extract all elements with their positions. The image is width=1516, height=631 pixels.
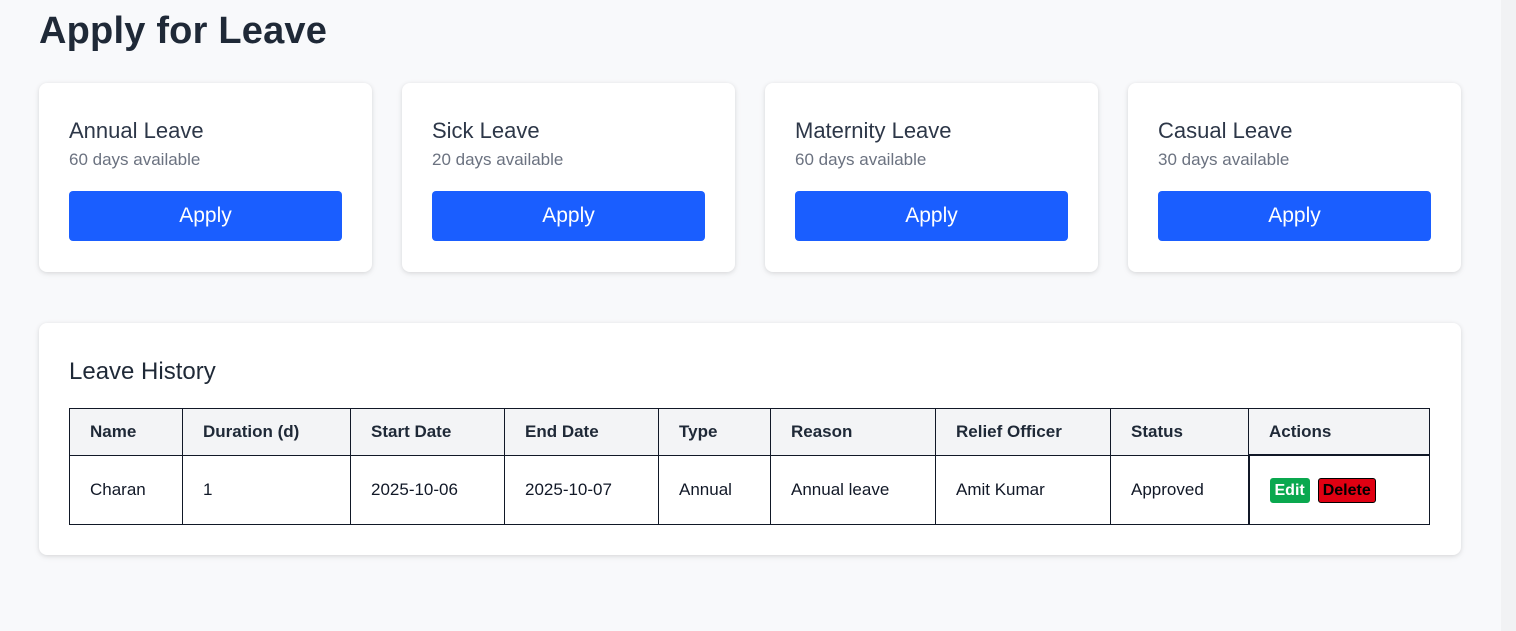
cell-end-date: 2025-10-07 <box>504 454 659 525</box>
column-header-relief-officer: Relief Officer <box>935 408 1111 456</box>
leave-card-title: Maternity Leave <box>795 118 952 143</box>
column-header-start-date: Start Date <box>350 408 505 456</box>
cell-duration: 1 <box>182 454 351 525</box>
leave-type-cards: Annual Leave 60 days available Apply Sic… <box>39 83 1461 272</box>
leave-card-maternity: Maternity Leave 60 days available Apply <box>765 83 1098 272</box>
leave-card-availability: 60 days available <box>69 150 201 169</box>
leave-history-title: Leave History <box>69 358 216 385</box>
leave-card-sick: Sick Leave 20 days available Apply <box>402 83 735 272</box>
cell-name: Charan <box>69 454 183 525</box>
leave-card-availability: 60 days available <box>795 150 927 169</box>
apply-casual-button[interactable]: Apply <box>1158 191 1431 241</box>
apply-sick-button[interactable]: Apply <box>432 191 705 241</box>
leave-card-casual: Casual Leave 30 days available Apply <box>1128 83 1461 272</box>
leave-history-table: Name Duration (d) Start Date End Date Ty… <box>69 408 1430 525</box>
cell-type: Annual <box>658 454 771 525</box>
leave-card-title: Sick Leave <box>432 118 540 143</box>
column-header-type: Type <box>658 408 771 456</box>
leave-card-title: Casual Leave <box>1158 118 1293 143</box>
leave-card-annual: Annual Leave 60 days available Apply <box>39 83 372 272</box>
table-row: Charan 1 2025-10-06 2025-10-07 Annual An… <box>69 454 1430 525</box>
column-header-reason: Reason <box>770 408 936 456</box>
edit-button[interactable]: Edit <box>1269 477 1310 503</box>
cell-relief-officer: Amit Kumar <box>935 454 1111 525</box>
column-header-status: Status <box>1110 408 1249 456</box>
cell-status: Approved <box>1110 454 1249 525</box>
apply-maternity-button[interactable]: Apply <box>795 191 1068 241</box>
leave-card-availability: 20 days available <box>432 150 564 169</box>
column-header-end-date: End Date <box>504 408 659 456</box>
cell-reason: Annual leave <box>770 454 936 525</box>
cell-start-date: 2025-10-06 <box>350 454 505 525</box>
leave-card-title: Annual Leave <box>69 118 204 143</box>
column-header-duration: Duration (d) <box>182 408 351 456</box>
apply-annual-button[interactable]: Apply <box>69 191 342 241</box>
column-header-actions: Actions <box>1248 408 1430 456</box>
leave-card-availability: 30 days available <box>1158 150 1290 169</box>
table-header-row: Name Duration (d) Start Date End Date Ty… <box>69 408 1430 456</box>
cell-actions: Edit Delete <box>1247 454 1430 525</box>
column-header-name: Name <box>69 408 183 456</box>
delete-button[interactable]: Delete <box>1317 477 1376 503</box>
page-scrollbar[interactable] <box>1501 0 1516 631</box>
leave-history-panel: Leave History Name Duration (d) Start Da… <box>39 323 1461 555</box>
page-title: Apply for Leave <box>39 10 328 52</box>
